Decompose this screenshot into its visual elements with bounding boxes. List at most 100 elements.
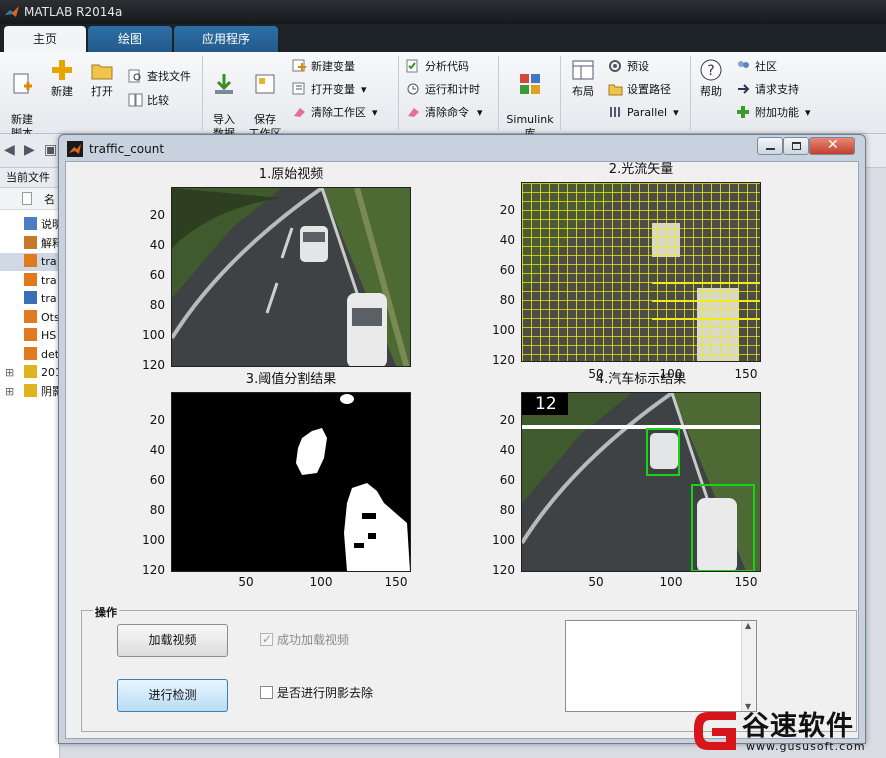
axes3-threshold-result[interactable]	[171, 392, 411, 572]
save-workspace-button[interactable]: 保存 工作区	[246, 58, 284, 141]
file-list-item[interactable]: Ots	[0, 309, 60, 327]
forward-arrow-icon[interactable]: ▶	[24, 142, 35, 158]
close-button[interactable]: ✕	[809, 137, 855, 155]
simulink-icon	[520, 74, 540, 94]
chevron-down-icon[interactable]: ▾	[372, 106, 378, 119]
compare-button[interactable]: 比较	[128, 92, 169, 110]
watermark-url: www.gususoft.com	[746, 740, 866, 753]
y-tick-label: 40	[149, 238, 165, 252]
tab-apps[interactable]: 应用程序	[174, 26, 278, 52]
layout-icon	[572, 60, 594, 80]
ribbon-separator	[560, 56, 561, 130]
clear-commands-button[interactable]: 清除命令 ▾	[406, 104, 483, 122]
axes1-original-video[interactable]	[171, 187, 411, 367]
ribbon-toolstrip: 新建 脚本 新建 打开 查找文件 比较 导入 数据 保存 工作区 新建变量 打开…	[0, 52, 886, 140]
y-tick-label: 80	[499, 503, 515, 517]
y-tick-label: 20	[149, 208, 165, 222]
current-folder-title: 当前文件	[0, 168, 60, 188]
tab-plots[interactable]: 绘图	[88, 26, 172, 52]
find-files-button[interactable]: 查找文件	[128, 68, 191, 86]
y-tick-label: 100	[142, 533, 165, 547]
import-data-button[interactable]: 导入 数据	[206, 58, 242, 141]
file-list-item[interactable]: 说明	[0, 216, 60, 234]
file-icon	[24, 272, 37, 286]
layout-button[interactable]: 布局	[566, 58, 600, 99]
x-tick-label: 50	[588, 367, 604, 381]
detection-frame-image	[522, 393, 760, 571]
analyze-code-icon	[406, 59, 418, 73]
new-variable-button[interactable]: 新建变量	[292, 58, 355, 76]
clear-workspace-button[interactable]: 清除工作区 ▾	[292, 104, 378, 122]
back-arrow-icon[interactable]: ◀	[4, 142, 15, 158]
preferences-button[interactable]: 预设	[608, 58, 649, 76]
listbox-scrollbar[interactable]: ▲ ▼	[741, 621, 756, 711]
run-and-time-button[interactable]: 运行和计时	[406, 81, 480, 99]
file-list-item[interactable]: 解释	[0, 235, 60, 253]
folder-icon	[24, 365, 37, 378]
y-tick-label: 100	[492, 323, 515, 337]
expand-icon[interactable]: ⊞	[5, 383, 14, 401]
file-icon	[24, 309, 37, 323]
parallel-button[interactable]: Parallel ▾	[608, 104, 679, 122]
load-video-button[interactable]: 加载视频	[117, 624, 228, 657]
maximize-button[interactable]	[783, 137, 809, 155]
tab-home[interactable]: 主页	[4, 26, 86, 52]
minimize-icon	[766, 148, 775, 150]
svg-text:?: ?	[707, 63, 714, 79]
help-icon: ?	[700, 59, 722, 81]
set-path-button[interactable]: 设置路径	[608, 81, 671, 99]
ribbon-separator	[202, 56, 203, 130]
checkbox-box[interactable]	[260, 686, 273, 699]
name-column-header[interactable]: 名	[0, 188, 60, 210]
add-ons-button[interactable]: 附加功能 ▾	[736, 104, 811, 122]
watermark: 谷速软件 www.gususoft.com	[690, 700, 886, 758]
x-tick-label: 50	[238, 575, 254, 589]
loaded-video-checkbox[interactable]: ✓ 成功加载视频	[260, 632, 349, 648]
shadow-removal-checkbox[interactable]: 是否进行阴影去除	[260, 685, 373, 701]
new-button[interactable]: 新建	[44, 58, 80, 99]
new-script-icon	[13, 73, 32, 94]
traffic-count-figure-window[interactable]: traffic_count ✕ 1.原始视频 2.光流矢量 3.阈值分割结果 4…	[58, 134, 866, 744]
run-detection-button[interactable]: 进行检测	[117, 679, 228, 712]
file-list-item[interactable]: tra	[0, 253, 60, 271]
x-tick-label: 50	[588, 575, 604, 589]
folder-nav-icon[interactable]: ▣	[44, 142, 57, 158]
file-header-icon	[22, 192, 32, 205]
chevron-down-icon[interactable]: ▾	[477, 106, 483, 119]
open-button[interactable]: 打开	[84, 58, 120, 99]
axes2-optical-flow[interactable]	[521, 182, 761, 362]
parallel-icon	[610, 107, 620, 117]
file-list-item[interactable]: det	[0, 346, 60, 364]
file-list-item[interactable]: tra	[0, 290, 60, 308]
file-list-item[interactable]: 阴影 ⊞	[0, 383, 60, 401]
chevron-down-icon[interactable]: ▾	[673, 106, 679, 119]
file-list-item[interactable]: 201 ⊞	[0, 364, 60, 382]
analyze-code-button[interactable]: 分析代码	[406, 58, 469, 76]
chevron-down-icon[interactable]: ▾	[805, 106, 811, 119]
y-tick-label: 60	[149, 473, 165, 487]
y-tick-label: 40	[499, 443, 515, 457]
chevron-down-icon[interactable]: ▾	[361, 83, 367, 96]
compare-icon	[128, 93, 143, 107]
optical-flow-image	[522, 183, 760, 361]
request-support-button[interactable]: 请求支持	[736, 81, 799, 99]
axes4-car-detection[interactable]: 12	[521, 392, 761, 572]
file-name: Ots	[41, 310, 60, 324]
scroll-up-icon[interactable]: ▲	[745, 621, 751, 630]
file-icon	[24, 346, 37, 360]
file-list-item[interactable]: HS	[0, 327, 60, 345]
open-variable-button[interactable]: 打开变量 ▾	[292, 81, 367, 99]
expand-icon[interactable]: ⊞	[5, 364, 14, 382]
simulink-library-button[interactable]: Simulink 库	[504, 58, 556, 141]
new-script-button[interactable]: 新建 脚本	[4, 58, 40, 141]
result-listbox[interactable]: ▲ ▼	[565, 620, 757, 712]
community-button[interactable]: 社区	[736, 58, 777, 76]
y-tick-label: 20	[499, 203, 515, 217]
axes1-title: 1.原始视频	[258, 167, 324, 182]
request-support-icon	[738, 84, 750, 94]
file-list-item[interactable]: tra	[0, 272, 60, 290]
file-icon	[24, 328, 37, 341]
checkbox-box[interactable]: ✓	[260, 632, 273, 646]
minimize-button[interactable]	[757, 137, 783, 155]
help-button[interactable]: ? 帮助	[694, 58, 728, 99]
